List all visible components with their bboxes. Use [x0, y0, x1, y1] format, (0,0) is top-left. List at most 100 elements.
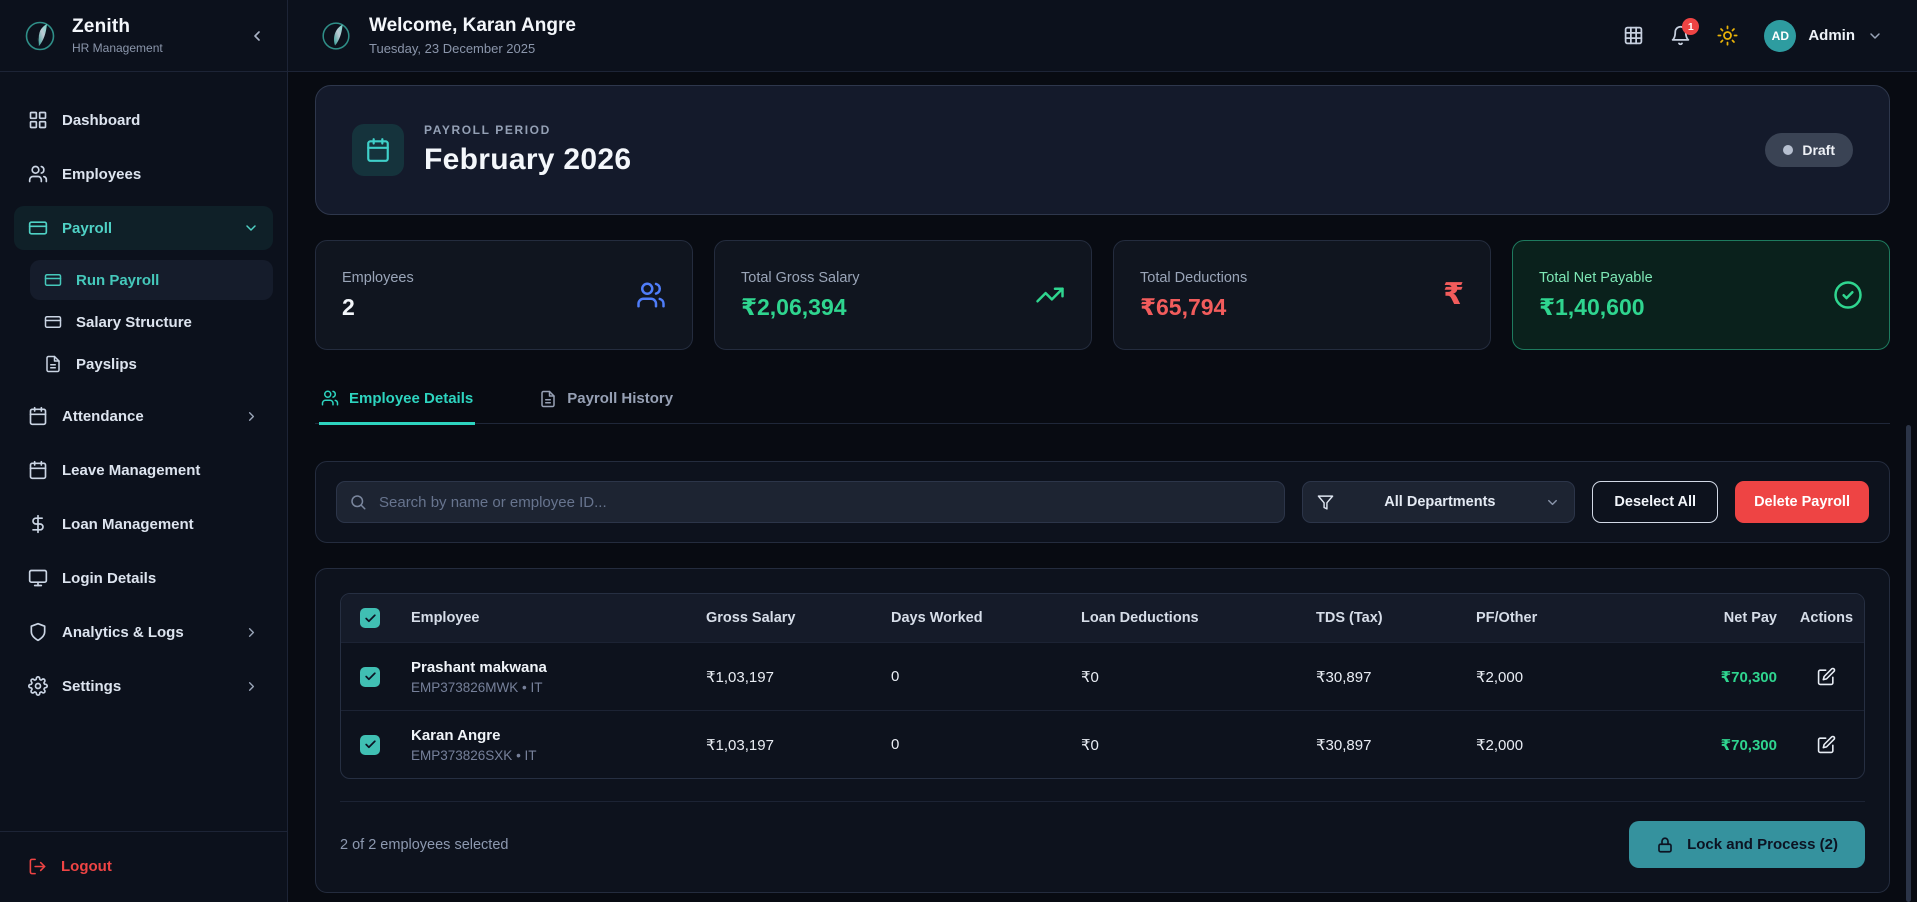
main-area: Welcome, Karan Angre Tuesday, 23 Decembe… [288, 0, 1917, 902]
column-header-pf-other: PF/Other [1464, 610, 1624, 626]
payroll-submenu: Run Payroll Salary Structure Payslips [30, 260, 273, 384]
avatar[interactable]: AD [1764, 20, 1796, 52]
app-tagline: HR Management [72, 41, 245, 55]
pf-other-value: ₹2,000 [1464, 668, 1624, 686]
table-header-row: Employee Gross Salary Days Worked Loan D… [341, 594, 1864, 642]
sidebar-item-label: Attendance [62, 408, 144, 425]
header-logo-icon [316, 16, 356, 56]
sidebar-item-label: Settings [62, 678, 121, 695]
sidebar-collapse-icon[interactable] [245, 24, 269, 48]
sidebar-item-payslips[interactable]: Payslips [30, 344, 273, 384]
edit-row-icon[interactable] [1817, 735, 1836, 754]
lock-and-process-button[interactable]: Lock and Process (2) [1629, 821, 1865, 868]
delete-payroll-button[interactable]: Delete Payroll [1735, 481, 1869, 523]
period-label: PAYROLL PERIOD [424, 123, 631, 137]
sidebar-item-dashboard[interactable]: Dashboard [14, 98, 273, 142]
pf-other-value: ₹2,000 [1464, 736, 1624, 754]
days-worked-value: 0 [879, 668, 1069, 685]
column-header-tds: TDS (Tax) [1304, 610, 1464, 626]
filter-funnel-icon [1317, 494, 1334, 511]
user-role-label: Admin [1808, 27, 1855, 44]
sidebar-footer: Logout [0, 831, 287, 902]
sidebar-item-label: Analytics & Logs [62, 624, 184, 641]
apps-grid-icon[interactable] [1623, 25, 1644, 46]
employee-name: Prashant makwana [411, 659, 682, 676]
sidebar-item-employees[interactable]: Employees [14, 152, 273, 196]
sidebar-item-label: Run Payroll [76, 272, 159, 289]
sidebar-item-attendance[interactable]: Attendance [14, 394, 273, 438]
chevron-down-icon [1545, 495, 1560, 510]
calendar-icon [352, 124, 404, 176]
sidebar-item-label: Employees [62, 166, 141, 183]
days-worked-value: 0 [879, 736, 1069, 753]
theme-sun-icon[interactable] [1717, 25, 1738, 46]
column-header-gross-salary: Gross Salary [694, 610, 879, 626]
welcome-title: Welcome, Karan Angre [369, 15, 576, 37]
chevron-down-icon [243, 220, 259, 236]
department-filter[interactable]: All Departments [1302, 481, 1575, 523]
deselect-all-button[interactable]: Deselect All [1592, 481, 1718, 523]
loan-deduction-value: ₹0 [1069, 736, 1304, 754]
sidebar-item-leave-management[interactable]: Leave Management [14, 448, 273, 492]
table-row: Prashant makwana EMP373826MWK • IT ₹1,03… [341, 642, 1864, 710]
row-checkbox[interactable] [360, 667, 380, 687]
column-header-actions: Actions [1789, 610, 1864, 626]
dashboard-icon [28, 110, 48, 130]
stat-card-deductions: Total Deductions ₹65,794 ₹ [1113, 240, 1491, 350]
logout-icon [28, 857, 47, 876]
column-header-days-worked: Days Worked [879, 610, 1069, 626]
column-header-net-pay: Net Pay [1624, 610, 1789, 626]
app-name: Zenith [72, 16, 245, 38]
tab-employee-details[interactable]: Employee Details [319, 383, 475, 425]
department-filter-value: All Departments [1334, 494, 1545, 510]
notifications-bell-icon[interactable]: 1 [1670, 25, 1691, 46]
select-all-checkbox[interactable] [360, 608, 380, 628]
sidebar-item-label: Login Details [62, 570, 156, 587]
edit-row-icon[interactable] [1817, 667, 1836, 686]
sidebar-item-salary-structure[interactable]: Salary Structure [30, 302, 273, 342]
stat-card-net-payable: Total Net Payable ₹1,40,600 [1512, 240, 1890, 350]
tds-value: ₹30,897 [1304, 736, 1464, 754]
status-badge: Draft [1765, 133, 1853, 167]
file-text-icon [44, 355, 62, 373]
tds-value: ₹30,897 [1304, 668, 1464, 686]
sidebar-item-analytics-logs[interactable]: Analytics & Logs [14, 610, 273, 654]
sidebar-item-label: Leave Management [62, 462, 200, 479]
page-content: PAYROLL PERIOD February 2026 Draft Emplo… [288, 72, 1917, 902]
sidebar-item-label: Salary Structure [76, 314, 192, 331]
user-menu-chevron-icon[interactable] [1867, 28, 1883, 44]
sidebar-item-login-details[interactable]: Login Details [14, 556, 273, 600]
dollar-icon [28, 514, 48, 534]
scrollbar-thumb[interactable] [1906, 425, 1911, 902]
credit-card-icon [44, 271, 62, 289]
row-checkbox[interactable] [360, 735, 380, 755]
sidebar: Zenith HR Management Dashboard Employees… [0, 0, 288, 902]
gear-icon [28, 676, 48, 696]
employee-name: Karan Angre [411, 727, 682, 744]
sidebar-item-label: Loan Management [62, 516, 194, 533]
gross-salary-value: ₹1,03,197 [694, 668, 879, 686]
lock-icon [1656, 836, 1674, 854]
logout-label: Logout [61, 858, 112, 875]
app-logo-icon [20, 16, 60, 56]
toolbar: All Departments Deselect All Delete Payr… [315, 461, 1890, 543]
search-input[interactable] [336, 481, 1285, 523]
logout-button[interactable]: Logout [14, 844, 273, 888]
users-icon [636, 280, 666, 310]
employee-meta: EMP373826MWK • IT [411, 680, 682, 695]
trending-up-icon [1035, 280, 1065, 310]
sidebar-item-settings[interactable]: Settings [14, 664, 273, 708]
loan-deduction-value: ₹0 [1069, 668, 1304, 686]
employee-meta: EMP373826SXK • IT [411, 748, 682, 763]
column-header-loan-deductions: Loan Deductions [1069, 610, 1304, 626]
chevron-right-icon [244, 679, 259, 694]
sidebar-item-label: Payslips [76, 356, 137, 373]
status-dot-icon [1783, 145, 1793, 155]
chevron-right-icon [244, 625, 259, 640]
net-pay-value: ₹70,300 [1624, 736, 1789, 754]
sidebar-item-payroll[interactable]: Payroll [14, 206, 273, 250]
sidebar-item-loan-management[interactable]: Loan Management [14, 502, 273, 546]
tab-payroll-history[interactable]: Payroll History [537, 383, 675, 423]
sidebar-item-run-payroll[interactable]: Run Payroll [30, 260, 273, 300]
selection-count-text: 2 of 2 employees selected [340, 837, 508, 853]
